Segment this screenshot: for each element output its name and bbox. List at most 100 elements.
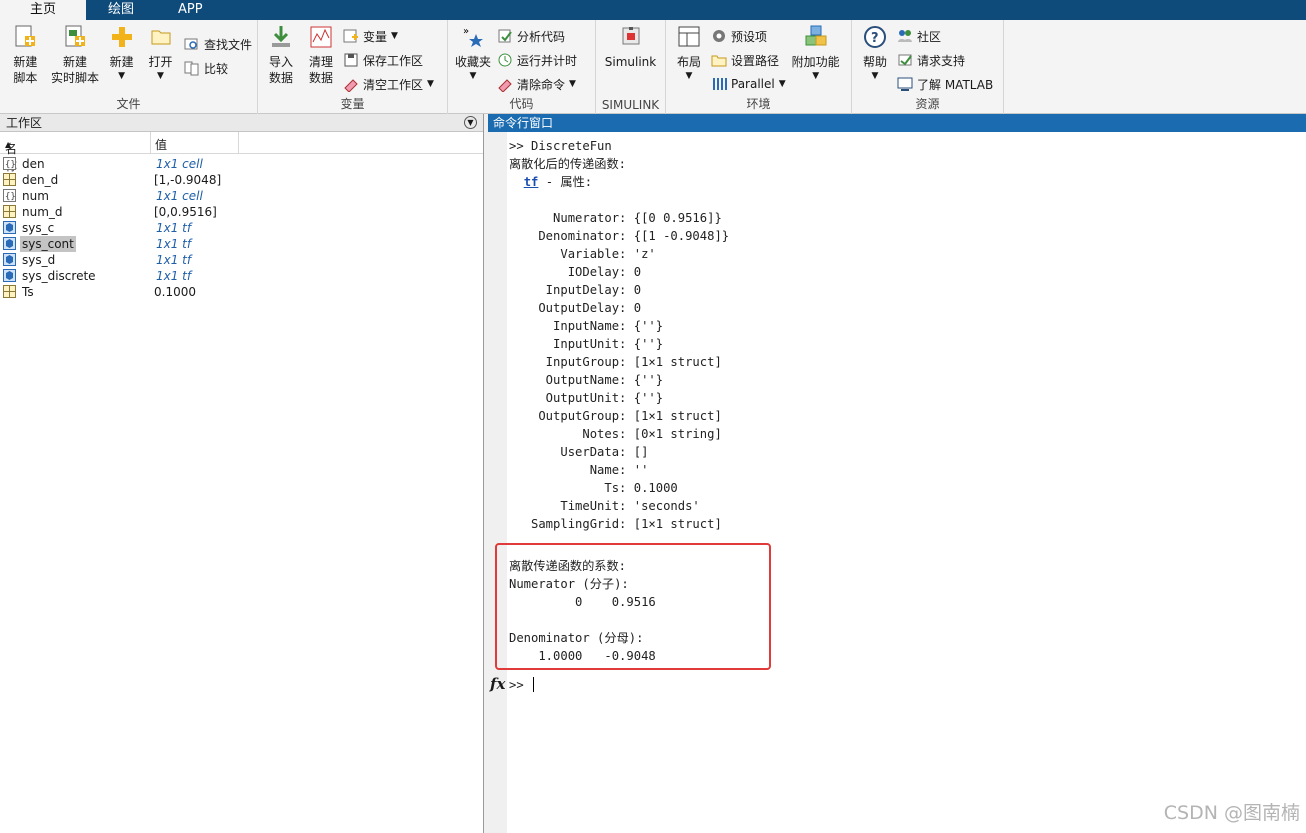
variable-value: 1x1 tf [156, 253, 192, 267]
command-output-line: OutputGroup: [1×1 struct] [509, 409, 722, 423]
group-simulink: Simulink SIMULINK [596, 20, 666, 114]
chevron-down-icon: ▼ [469, 71, 477, 81]
group-variable: 导入 数据 清理 数据 变量 ▼ 保存工作区 清空工作区 ▼ 变量 [258, 20, 448, 114]
workspace-panel: 工作区 ▼ 名称 ▲ 值 {} den 1x1 cell den_d [1,-0.904… [0, 114, 484, 833]
variable-cell-icon: {} [3, 157, 16, 170]
variable-value: 1x1 cell [156, 189, 203, 203]
preferences-button[interactable]: 预设项 [709, 24, 788, 48]
set-path-button[interactable]: 设置路径 [709, 48, 788, 72]
workspace-variable-row[interactable]: sys_c 1x1 tf [0, 220, 483, 236]
variable-cell-icon: {} [3, 189, 16, 202]
tab-plots[interactable]: 绘图 [86, 0, 156, 20]
tab-apps[interactable]: APP [156, 0, 225, 20]
favorites-star-icon: » [461, 24, 485, 50]
chevron-down-icon: ▼ [427, 79, 434, 89]
function-browser-icon[interactable]: fx [490, 675, 505, 693]
variable-value: 1x1 tf [156, 221, 192, 235]
variable-object-icon [3, 237, 16, 250]
import-icon [269, 24, 293, 50]
command-output-line: 离散化后的传递函数: [509, 157, 627, 171]
tf-doc-link[interactable]: tf [524, 175, 539, 189]
save-workspace-icon [343, 52, 359, 68]
workspace-variable-row[interactable]: sys_cont 1x1 tf [0, 236, 483, 252]
variable-value: 1x1 cell [156, 157, 203, 171]
workspace-column-header: 名称 ▲ 值 [0, 132, 483, 173]
panel-menu-icon[interactable]: ▼ [464, 116, 477, 129]
gear-icon [711, 28, 727, 44]
command-output-line: SamplingGrid: [1×1 struct] [509, 517, 722, 531]
parallel-icon [711, 76, 727, 92]
clear-workspace-icon [343, 76, 359, 92]
run-and-time-button[interactable]: 运行并计时 [495, 48, 579, 72]
variable-value: 0.1000 [154, 285, 196, 299]
command-window-title: 命令行窗口 [488, 114, 1306, 132]
workspace-header: 工作区 ▼ [0, 114, 483, 132]
chevron-down-icon: ▼ [157, 71, 164, 81]
variable-name: num [22, 189, 49, 203]
new-script-icon [13, 24, 37, 50]
new-live-script-icon [63, 24, 87, 50]
text-cursor [533, 677, 534, 692]
command-gutter [488, 132, 507, 833]
variable-value: [0,0.9516] [154, 205, 217, 219]
command-output-line: InputUnit: {''} [509, 337, 664, 351]
svg-text:?: ? [871, 31, 879, 46]
variable-object-icon [3, 221, 16, 234]
community-button[interactable]: 社区 [895, 24, 995, 48]
chevron-down-icon: ▼ [685, 71, 693, 81]
workspace-title: 工作区 [6, 116, 43, 130]
chevron-down-icon: ▼ [871, 71, 879, 81]
clear-commands-button[interactable]: 清除命令 ▼ [495, 72, 579, 96]
svg-text:{}: {} [5, 160, 16, 170]
variable-button[interactable]: 变量 ▼ [341, 24, 436, 48]
command-output-line: OutputName: {''} [509, 373, 664, 387]
variable-object-icon [3, 253, 16, 266]
set-path-icon [711, 52, 727, 68]
highlight-annotation-box [495, 543, 771, 670]
group-environment: 布局 ▼ 预设项 设置路径 Parallel ▼ 附加功能 ▼ 环境 [666, 20, 852, 114]
workspace-variable-row[interactable]: sys_d 1x1 tf [0, 252, 483, 268]
clean-data-icon [309, 24, 333, 50]
workspace-variable-row[interactable]: {} den 1x1 cell [0, 156, 483, 172]
group-file: 新建 脚本 新建 实时脚本 新建 ▼ 打开 ▼ 查找文件 比较 文件 [0, 20, 258, 114]
group-code: » 收藏夹 ▼ 分析代码 运行并计时 清除命令 ▼ 代码 [448, 20, 596, 114]
command-output-line: Variable: 'z' [509, 247, 656, 261]
request-support-button[interactable]: 请求支持 [895, 48, 995, 72]
run-time-icon [497, 52, 513, 68]
variable-value: 1x1 tf [156, 237, 192, 251]
save-workspace-button[interactable]: 保存工作区 [341, 48, 436, 72]
variable-name: sys_discrete [22, 269, 96, 283]
plus-icon [110, 24, 134, 50]
command-output-line: InputDelay: 0 [509, 283, 642, 297]
workspace-variable-row[interactable]: sys_discrete 1x1 tf [0, 268, 483, 284]
workspace-variable-row[interactable]: {} num 1x1 cell [0, 188, 483, 204]
workspace-variable-row[interactable]: Ts 0.1000 [0, 284, 483, 300]
analyze-code-button[interactable]: 分析代码 [495, 24, 579, 48]
command-output-line: TimeUnit: 'seconds' [509, 499, 700, 513]
clear-commands-icon [497, 76, 513, 92]
find-files-button[interactable]: 查找文件 [182, 32, 254, 56]
tab-home[interactable]: 主页 [0, 0, 87, 20]
command-output-line: tf - 属性: [523, 175, 593, 189]
clear-workspace-button[interactable]: 清空工作区 ▼ [341, 72, 436, 96]
learn-matlab-button[interactable]: 了解 MATLAB [895, 72, 995, 96]
learn-matlab-icon [897, 76, 913, 92]
chevron-down-icon: ▼ [778, 79, 786, 89]
analyze-code-icon [497, 28, 513, 44]
svg-text:»: » [463, 26, 469, 37]
command-output-line: Name: '' [509, 463, 649, 477]
variable-object-icon [3, 269, 16, 282]
variable-value: [1,-0.9048] [154, 173, 222, 187]
command-output-line: >> DiscreteFun [509, 139, 612, 153]
workspace-variable-row[interactable]: num_d [0,0.9516] [0, 204, 483, 220]
column-value-header[interactable]: 值 [155, 136, 167, 153]
command-output-line: Denominator: {[1 -0.9048]} [509, 229, 730, 243]
variable-name: Ts [22, 285, 34, 299]
command-prompt[interactable]: >> [509, 676, 524, 694]
compare-button[interactable]: 比较 [182, 56, 254, 80]
command-output-line: Ts: 0.1000 [509, 481, 678, 495]
workspace-variable-list: {} den 1x1 cell den_d [1,-0.9048] {} num 1x1 ce… [0, 154, 483, 300]
workspace-variable-row[interactable]: den_d [1,-0.9048] [0, 172, 483, 188]
parallel-button[interactable]: Parallel ▼ [709, 72, 788, 96]
column-name-header[interactable]: 名称 ▲ [5, 136, 17, 173]
